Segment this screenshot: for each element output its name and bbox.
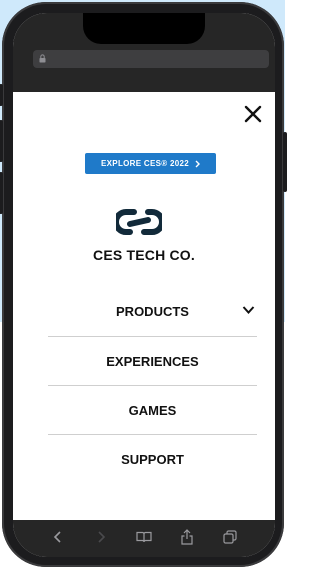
phone-frame: EXPLORE CES® 2022 CES TECH CO. PRODUCTS [0, 2, 287, 567]
menu-item-support[interactable]: SUPPORT [48, 434, 257, 483]
back-arrow-icon[interactable] [48, 527, 68, 547]
forward-arrow-icon[interactable] [91, 527, 111, 547]
address-bar[interactable] [33, 50, 269, 68]
browser-top-bar [13, 13, 275, 92]
brand-name: CES TECH CO. [93, 247, 195, 263]
menu-item-experiences[interactable]: EXPERIENCES [48, 336, 257, 385]
chevron-down-icon[interactable] [242, 305, 255, 315]
chain-link-logo [116, 209, 162, 235]
tabs-icon[interactable] [220, 527, 240, 547]
menu-item-label: SUPPORT [121, 451, 184, 467]
volume-up-button [0, 120, 3, 162]
menu-item-products[interactable]: PRODUCTS [48, 287, 257, 336]
explore-ces-button[interactable]: EXPLORE CES® 2022 [85, 153, 216, 174]
menu-item-games[interactable]: GAMES [48, 385, 257, 434]
volume-down-button [0, 172, 3, 214]
book-icon[interactable] [134, 527, 154, 547]
notch [83, 13, 205, 44]
phone-screen: EXPLORE CES® 2022 CES TECH CO. PRODUCTS [13, 13, 275, 557]
menu-item-label: GAMES [128, 402, 177, 418]
mute-switch [0, 84, 3, 106]
menu-item-label: EXPERIENCES [106, 353, 199, 369]
lock-icon [39, 54, 46, 63]
chevron-right-icon [195, 160, 200, 167]
menu-item-label: PRODUCTS [116, 304, 189, 319]
explore-label: EXPLORE CES® 2022 [101, 159, 189, 168]
main-menu: PRODUCTS EXPERIENCES GAMES SUPPORT [48, 287, 257, 483]
share-icon[interactable] [177, 527, 197, 547]
close-icon[interactable] [241, 102, 265, 126]
power-button [283, 132, 287, 192]
menu-overlay: EXPLORE CES® 2022 CES TECH CO. PRODUCTS [13, 92, 275, 520]
browser-toolbar [13, 520, 275, 557]
